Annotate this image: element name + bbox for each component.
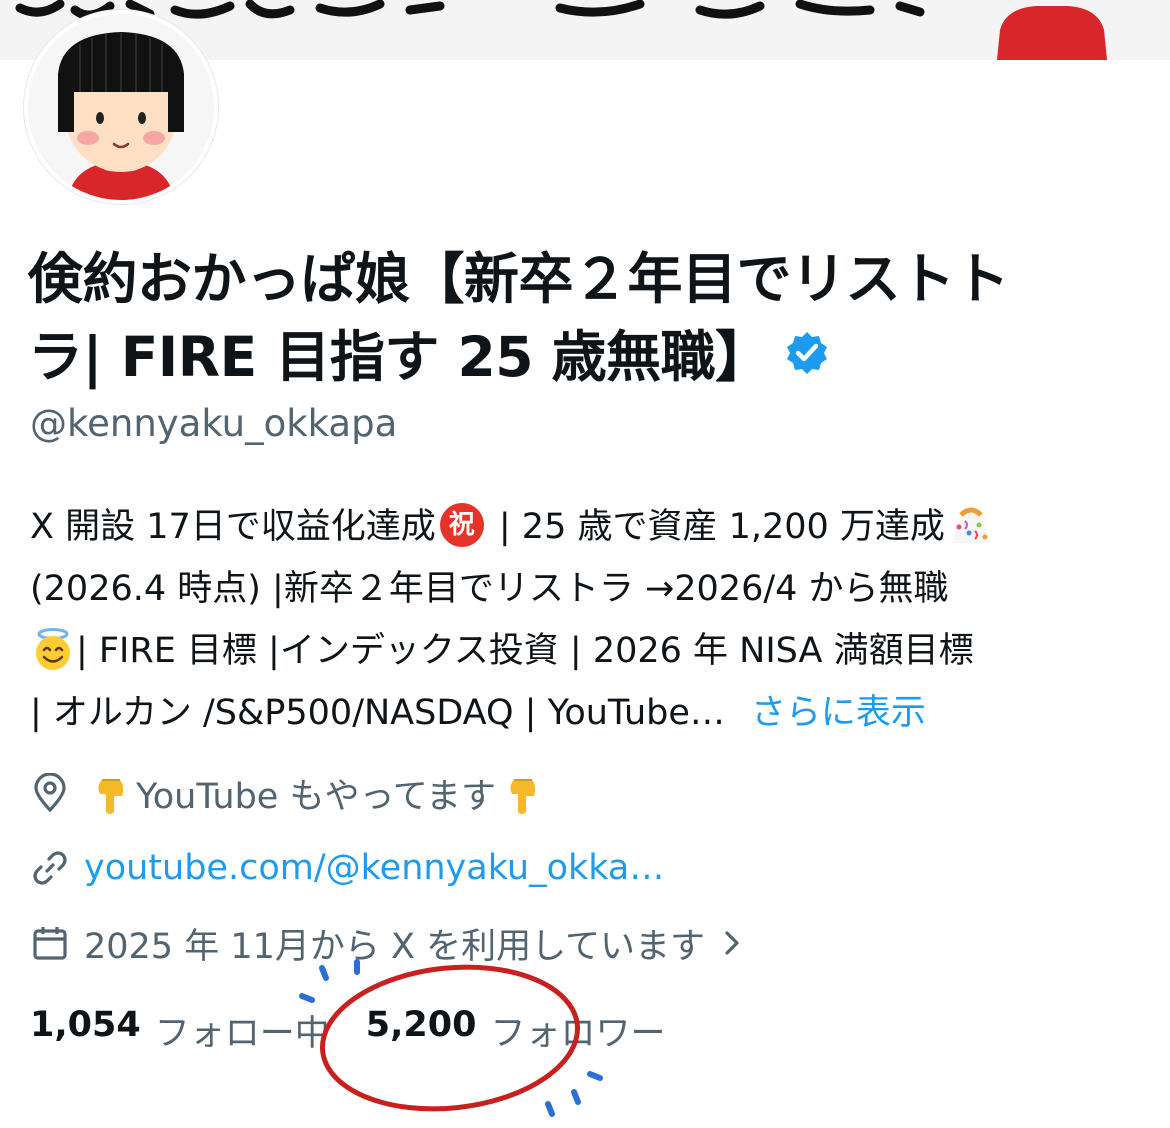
okappa-girl-avatar-icon — [28, 14, 214, 200]
website-link[interactable]: youtube.com/@kennyaku_okka… — [84, 848, 664, 888]
iwai-emoji-icon: 祝 — [439, 503, 484, 547]
pointing-down-emoji-icon — [510, 779, 536, 814]
profile-bio: X 開設 17日で収益化達成祝 | 25 歳で資産 1,200 万達成 (202… — [30, 496, 1150, 744]
calendar-icon — [30, 923, 70, 963]
location-row: YouTube もやってます — [30, 768, 548, 818]
link-chain-icon — [30, 848, 70, 888]
profile-avatar[interactable] — [24, 10, 218, 204]
bio-line-1-text-b: | 25 歳で資産 1,200 万達成 — [487, 507, 945, 547]
chevron-right-icon[interactable] — [721, 928, 743, 958]
bio-line-4-text: | オルカン /S&P500/NASDAQ | YouTube… — [30, 693, 725, 733]
party-confetti-emoji-icon — [950, 507, 991, 543]
followers-link[interactable]: 5,200 フォロワー — [366, 1005, 666, 1056]
location-pin-icon — [30, 773, 70, 813]
pointing-down-emoji-icon — [98, 779, 124, 814]
location-text: YouTube もやってます — [136, 776, 496, 817]
display-name-line1: 倹約おかっぱ娘【新卒２年目でリストト — [28, 247, 1010, 311]
bio-line-3-text: | FIRE 目標 |インデックス投資 | 2026 年 NISA 満額目標 — [76, 631, 974, 671]
profile-handle: @kennyaku_okkapa — [30, 402, 398, 445]
show-more-link[interactable]: さらに表示 — [751, 693, 926, 733]
joined-text: 2025 年 11月から X を利用しています — [84, 926, 706, 967]
bio-line-1: X 開設 17日で収益化達成祝 | 25 歳で資産 1,200 万達成 — [30, 496, 1150, 558]
bio-line-2: (2026.4 時点) |新卒２年目でリストラ →2026/4 から無職 — [30, 569, 949, 609]
following-count: 1,054 — [30, 1004, 141, 1045]
followers-count: 5,200 — [365, 1004, 477, 1045]
display-name: 倹約おかっぱ娘【新卒２年目でリストト ラ| FIRE 目指す 25 歳無職】 — [28, 240, 1138, 396]
bio-line-1-text-a: X 開設 17日で収益化達成 — [30, 507, 436, 547]
following-link[interactable]: 1,054 フォロー中 — [30, 1005, 330, 1056]
bio-line-3: | FIRE 目標 |インデックス投資 | 2026 年 NISA 満額目標 — [30, 620, 1150, 682]
display-name-line2: ラ| FIRE 目指す 25 歳無職】 — [28, 325, 770, 389]
verified-badge-icon[interactable] — [784, 318, 830, 396]
joined-row[interactable]: 2025 年 11月から X を利用しています — [30, 918, 743, 968]
smiling-halo-emoji-icon — [36, 628, 70, 670]
bio-line-4: | オルカン /S&P500/NASDAQ | YouTube… さらに表示 — [30, 682, 1150, 744]
website-row[interactable]: youtube.com/@kennyaku_okka… — [30, 843, 664, 893]
following-label: フォロー中 — [154, 1013, 330, 1054]
followers-label: フォロワー — [490, 1013, 666, 1054]
banner-figure-red — [997, 6, 1107, 60]
follow-stats: 1,054 フォロー中 5,200 フォロワー — [30, 1004, 665, 1056]
